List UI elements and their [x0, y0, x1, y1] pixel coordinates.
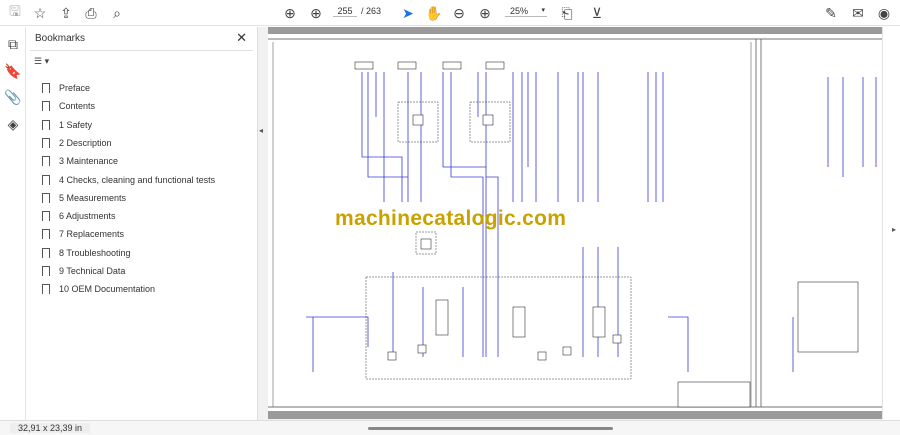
bookmark-label: 2 Description [59, 137, 112, 148]
next-page-icon[interactable]: ⊕ [307, 4, 325, 22]
right-panel-strip: ▸ [882, 27, 900, 420]
zoom-value: 25% [510, 6, 529, 16]
bookmark-label: 4 Checks, cleaning and functional tests [59, 174, 216, 185]
page-number-input[interactable]: 255 [333, 6, 357, 17]
bookmark-item[interactable]: 9 Technical Data [42, 263, 125, 279]
sign-icon[interactable]: ✎ [822, 4, 840, 22]
bookmark-icon [42, 174, 50, 185]
pages-icon[interactable]: ⧉ [4, 35, 22, 53]
bookmark-icon [42, 101, 50, 112]
bookmark-icon [42, 192, 50, 203]
bookmark-icon [42, 119, 50, 130]
bookmark-icon [42, 229, 50, 240]
layers-icon[interactable]: ◈ [4, 115, 22, 133]
bookmark-label: 6 Adjustments [59, 211, 116, 222]
bookmark-item[interactable]: 10 OEM Documentation [42, 281, 155, 297]
bookmark-item[interactable]: 1 Safety [42, 117, 92, 133]
bookmark-label: 5 Measurements [59, 192, 127, 203]
star-icon[interactable]: ☆ [31, 4, 49, 22]
bookmark-label: Contents [59, 101, 96, 112]
left-rail: ⧉ 🔖 📎 ◈ [0, 27, 26, 420]
account-icon[interactable]: ◉ [875, 4, 893, 22]
bookmark-item[interactable]: 2 Description [42, 135, 112, 151]
bookmark-label: 9 Technical Data [59, 266, 126, 276]
toolbar: 🖫 ☆ ⇪ ⎙ ⌕ ⊕ ⊕ 255 / 263 ➤ ✋ ⊖ ⊕ 25% ▾ ⎗ ⊻… [0, 0, 900, 26]
expand-panel-icon[interactable]: ▸ [892, 225, 896, 234]
page-fit-icon[interactable]: ⎗ [558, 4, 576, 22]
page-total: / 263 [361, 6, 382, 16]
bookmark-icon[interactable]: 🔖 [4, 62, 22, 80]
page-size: 32,91 x 23,39 in [10, 423, 91, 433]
bookmark-item[interactable]: 5 Measurements [42, 190, 126, 206]
search-icon[interactable]: ⌕ [108, 4, 126, 22]
bookmark-label: 8 Troubleshooting [59, 247, 131, 258]
save-icon[interactable]: 🖫 [6, 3, 24, 22]
bookmark-label: 7 Replacements [59, 229, 125, 240]
page-gap [268, 411, 882, 419]
zoom-in-icon[interactable]: ⊕ [476, 4, 494, 22]
bookmark-icon [42, 83, 50, 93]
bookmark-label: 10 OEM Documentation [59, 284, 156, 295]
panel-title: Bookmarks [35, 33, 86, 44]
bookmark-icon [42, 284, 50, 295]
document-view: ◂ machinecatalogic.com [258, 27, 882, 420]
bookmark-item[interactable]: 8 Troubleshooting [42, 245, 131, 261]
print-icon[interactable]: ⎙ [82, 4, 100, 22]
close-icon[interactable]: ✕ [236, 30, 247, 46]
bookmark-item[interactable]: 4 Checks, cleaning and functional tests [42, 172, 215, 188]
bookmark-icon [42, 211, 50, 222]
bookmark-item[interactable]: 3 Maintenance [42, 153, 118, 169]
mail-icon[interactable]: ✉ [849, 4, 867, 22]
watermark: machinecatalogic.com [335, 207, 567, 230]
page-gap [268, 27, 882, 34]
options-menu-button[interactable]: ☰ ▾ [34, 56, 49, 67]
bookmark-icon [42, 266, 50, 276]
horizontal-scrollbar[interactable] [368, 427, 613, 430]
cloud-upload-icon[interactable]: ⇪ [57, 4, 75, 22]
select-cursor-icon[interactable]: ➤ [399, 4, 417, 22]
divider [30, 50, 253, 51]
bookmark-icon [42, 247, 50, 258]
bookmarks-panel: Bookmarks ✕ ☰ ▾ Preface Contents 1 Safety 2… [26, 27, 258, 420]
bookmark-icon [42, 156, 50, 167]
bookmark-item[interactable]: Contents [42, 98, 95, 114]
chevron-down-icon: ▾ [541, 7, 545, 14]
zoom-out-icon[interactable]: ⊖ [450, 4, 468, 22]
hand-tool-icon[interactable]: ✋ [425, 4, 443, 22]
bookmark-item[interactable]: 6 Adjustments [42, 208, 116, 224]
status-bar: 32,91 x 23,39 in [0, 420, 900, 435]
bookmark-label: 3 Maintenance [59, 156, 119, 167]
bookmark-label: Preface [59, 83, 91, 93]
scroll-mode-icon[interactable]: ⊻ [588, 4, 606, 22]
zoom-select[interactable]: 25% ▾ [505, 6, 547, 17]
bookmark-item[interactable]: Preface [42, 80, 90, 96]
bookmark-icon [42, 137, 50, 148]
previous-page-icon[interactable]: ⊕ [281, 4, 299, 22]
attachment-icon[interactable]: 📎 [4, 88, 22, 106]
bookmark-item[interactable]: 7 Replacements [42, 226, 124, 242]
bookmark-label: 1 Safety [59, 119, 93, 130]
